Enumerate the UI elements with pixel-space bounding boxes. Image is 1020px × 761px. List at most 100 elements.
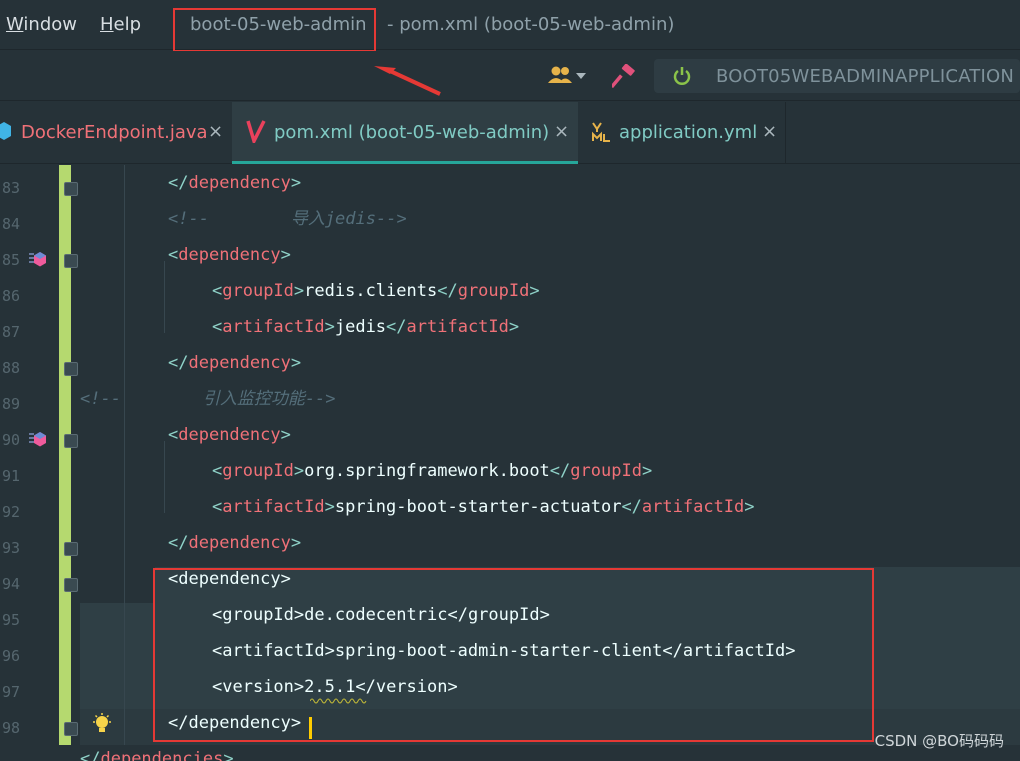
window-title-file: - pom.xml (boot-05-web-admin) <box>387 14 675 35</box>
tag-name: artifactId <box>222 317 325 337</box>
code-token: > <box>290 533 302 553</box>
code-token: < <box>212 497 223 517</box>
tag-value: jedis <box>334 317 387 337</box>
code-token: > <box>293 461 305 481</box>
tag-name: artifactId <box>641 497 745 517</box>
code-token: > <box>293 281 305 301</box>
user-group-icon[interactable] <box>548 65 588 87</box>
close-icon[interactable]: × <box>208 121 223 142</box>
code-token: > <box>529 281 540 301</box>
tag-name: dependency <box>188 353 291 373</box>
tag-name: groupId <box>222 461 294 481</box>
code-token: </ <box>549 461 571 481</box>
indent-guide <box>124 165 125 745</box>
code-token: </ <box>168 533 189 553</box>
code-token: > <box>290 353 302 373</box>
tag-name: dependency <box>178 425 281 445</box>
line-number: 89 <box>1 395 20 413</box>
code-editor[interactable]: 83 84 85 86 87 88 89 90 91 92 93 94 95 96 97 98 </depen… <box>0 165 1020 761</box>
close-icon[interactable]: × <box>554 121 569 142</box>
code-token: < <box>168 245 179 265</box>
code-token: </ <box>437 281 458 301</box>
code-line: </dependencies> <box>80 741 234 761</box>
toolbar: BOOT05WEBADMINAPPLICATION <box>0 51 1020 101</box>
line-number: 95 <box>1 611 20 629</box>
indent-guide <box>164 441 165 513</box>
editor-tabs: DockerEndpoint.java × pom.xml (boot-05-w… <box>0 102 1020 164</box>
code-token: > <box>290 173 302 193</box>
code-line: <artifactId>jedis</artifactId> <box>212 309 519 345</box>
title-bar: Window Help boot-05-web-admin - pom.xml … <box>0 0 1020 52</box>
tag-name: groupId <box>222 281 294 301</box>
code-line: <dependency> <box>168 417 291 453</box>
fold-marker-icon[interactable] <box>64 542 78 556</box>
code-token: > <box>744 497 755 517</box>
tag-name: dependency <box>188 533 291 553</box>
indent-guide <box>164 261 165 333</box>
menu-window[interactable]: Window <box>6 14 77 35</box>
code-comment: <!-- 引入监控功能--> <box>80 389 336 409</box>
fold-marker-icon[interactable] <box>64 182 78 196</box>
line-number: 94 <box>1 575 20 593</box>
code-line: </dependency> <box>168 525 301 561</box>
line-number: 91 <box>1 467 20 485</box>
line-number: 93 <box>1 539 20 557</box>
line-number: 88 <box>1 359 20 377</box>
power-icon <box>673 67 691 85</box>
code-line: <!-- 引入监控功能--> <box>80 381 336 417</box>
tag-name: artifactId <box>406 317 509 337</box>
code-line: <artifactId>spring-boot-starter-actuator… <box>212 489 755 525</box>
line-number: 90 <box>1 431 20 449</box>
tab-docker-endpoint[interactable]: DockerEndpoint.java × <box>0 102 232 164</box>
code-comment: <!-- 导入jedis--> <box>168 209 407 229</box>
code-token: > <box>280 245 291 265</box>
line-number: 84 <box>1 215 20 233</box>
code-token: </ <box>621 497 642 517</box>
line-number: 97 <box>1 683 20 701</box>
fold-marker-icon[interactable] <box>64 254 78 268</box>
line-number: 96 <box>1 647 20 665</box>
maven-dependency-icon[interactable] <box>28 431 48 449</box>
code-token: > <box>324 497 335 517</box>
tag-value: redis.clients <box>304 281 438 301</box>
line-number: 98 <box>1 719 20 737</box>
watermark: CSDN @BO码码码 <box>874 732 1004 750</box>
code-line: <!-- 导入jedis--> <box>168 201 407 237</box>
code-line: </dependency> <box>168 165 301 201</box>
line-number: 83 <box>1 179 20 197</box>
vcs-change-marker <box>59 165 71 745</box>
tag-name: dependency <box>178 245 281 265</box>
tab-pom-xml[interactable]: pom.xml (boot-05-web-admin) × <box>232 102 578 164</box>
java-class-icon <box>0 122 11 140</box>
tag-name: artifactId <box>222 497 325 517</box>
code-token: </ <box>386 317 407 337</box>
tab-application-yml[interactable]: application.yml × <box>578 102 786 164</box>
maven-dependency-icon[interactable] <box>28 251 48 269</box>
fold-marker-icon[interactable] <box>64 722 78 736</box>
code-token: < <box>212 317 223 337</box>
code-token: </ <box>80 749 101 761</box>
line-number: 85 <box>1 251 20 269</box>
code-token: > <box>641 461 653 481</box>
run-configuration-selector[interactable]: BOOT05WEBADMINAPPLICATION <box>654 59 1020 93</box>
close-icon[interactable]: × <box>762 121 777 142</box>
fold-marker-icon[interactable] <box>64 434 78 448</box>
code-token: > <box>280 425 291 445</box>
code-line: <groupId>redis.clients</groupId> <box>212 273 540 309</box>
build-hammer-icon[interactable] <box>612 64 638 88</box>
maven-icon <box>246 120 266 143</box>
code-line: <dependency> <box>168 237 291 273</box>
tag-name: groupId <box>570 461 642 481</box>
tag-name: groupId <box>457 281 530 301</box>
yaml-icon <box>592 122 610 142</box>
line-number: 86 <box>1 287 20 305</box>
lightbulb-icon[interactable] <box>92 713 112 737</box>
tag-name: dependency <box>188 173 291 193</box>
tag-value: org.springframework.boot <box>304 461 550 481</box>
annotation-box-dependency <box>153 568 874 742</box>
tag-name: dependencies <box>100 749 224 761</box>
fold-marker-icon[interactable] <box>64 578 78 592</box>
line-number: 92 <box>1 503 20 521</box>
fold-marker-icon[interactable] <box>64 362 78 376</box>
menu-help[interactable]: Help <box>100 14 141 35</box>
